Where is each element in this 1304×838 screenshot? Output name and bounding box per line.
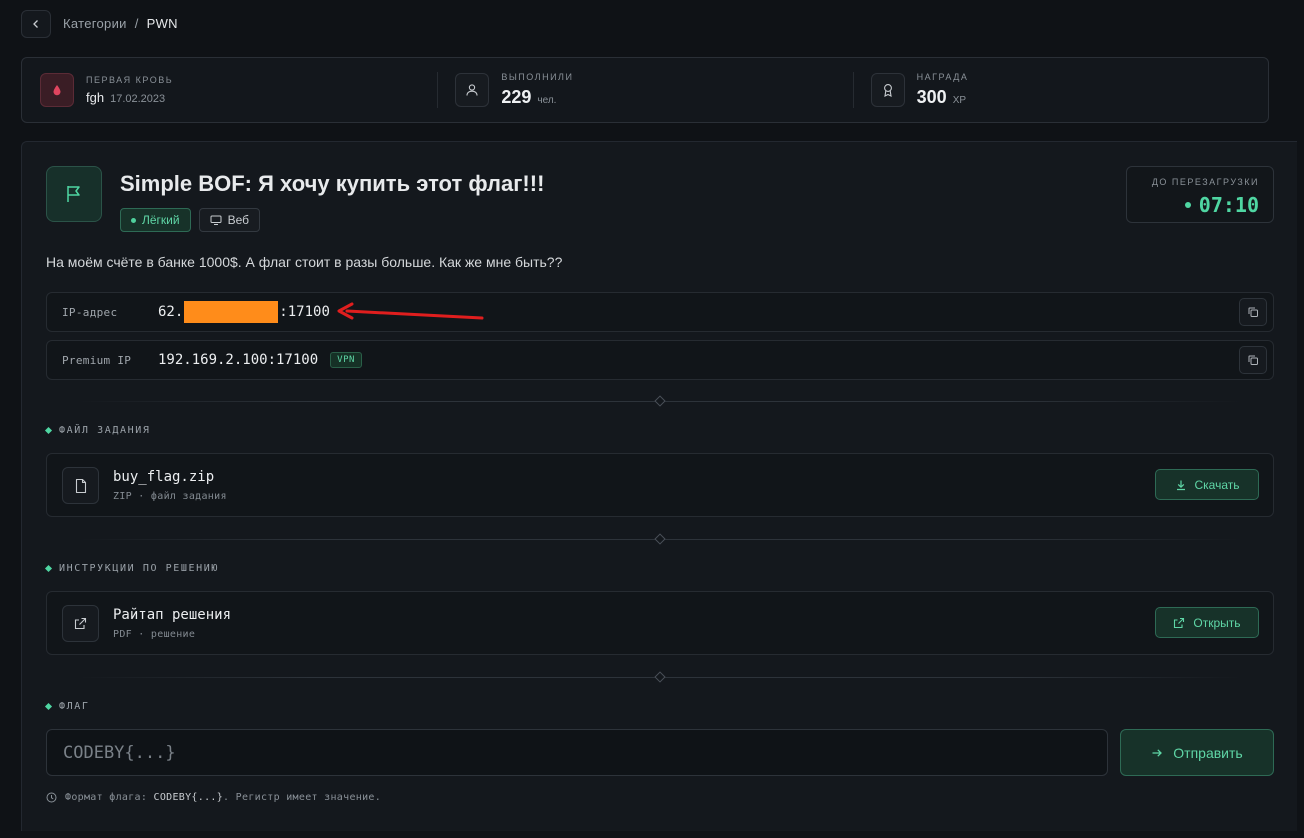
file-name: buy_flag.zip (113, 469, 215, 485)
writeup-name: Райтап решения (113, 607, 232, 623)
task-tags: Лёгкий Веб (120, 208, 261, 232)
difficulty-badge: Лёгкий (120, 208, 191, 232)
download-label: Скачать (1194, 477, 1240, 492)
open-label: Открыть (1193, 615, 1241, 630)
task-title: Simple BOF: Я хочу купить этот флаг!!! (120, 171, 545, 196)
flag-icon (46, 166, 102, 222)
status-dot-icon (131, 217, 136, 223)
writeup-card: Райтап решения PDF · решение Открыть (46, 591, 1274, 655)
premium-ip-value[interactable]: 192.169.2.100:17100 (158, 352, 318, 368)
external-link-icon (1174, 617, 1185, 628)
reset-timer: ДО ПЕРЕЗАГРУЗКИ 07:10 (1126, 166, 1274, 223)
award-icon (870, 73, 905, 107)
stat-label: ПЕРВАЯ КРОВЬ (86, 75, 174, 85)
section-divider (78, 395, 1242, 407)
flag-section-label: ФЛАГ (44, 701, 90, 712)
premium-ip-row: Premium IP 192.169.2.100:17100 VPN (46, 340, 1274, 380)
section-divider (78, 533, 1242, 545)
ip-suffix: :17100 (279, 304, 330, 320)
breadcrumb: Категории / PWN (63, 16, 178, 31)
solved-unit: чел. (537, 95, 557, 106)
difficulty-label: Лёгкий (142, 213, 180, 227)
vpn-badge: VPN (330, 352, 362, 368)
category-label: Веб (227, 213, 250, 227)
file-meta: ZIP · файл задания (113, 491, 227, 502)
user-icon (455, 73, 490, 107)
submit-label: Отправить (1173, 744, 1243, 761)
monitor-icon (210, 215, 222, 225)
category-badge: Веб (198, 208, 261, 232)
stat-solved: ВЫПОЛНИЛИ 229 чел. (437, 58, 852, 122)
reward-value: 300 (916, 87, 947, 107)
task-file-card: buy_flag.zip ZIP · файл задания Скачать (46, 453, 1274, 517)
diamond-icon (654, 533, 666, 545)
diamond-bullet-icon (44, 426, 53, 435)
arrow-right-icon (1152, 748, 1163, 757)
diamond-icon (654, 395, 666, 407)
breadcrumb-parent[interactable]: Категории (63, 16, 127, 31)
diamond-bullet-icon (44, 702, 53, 711)
redaction-mask (184, 301, 279, 323)
chevron-left-icon (33, 20, 38, 28)
annotation-arrow-icon (337, 302, 484, 320)
section-title: ИНСТРУКЦИИ ПО РЕШЕНИЮ (59, 563, 220, 574)
timer-dot-icon (1184, 202, 1191, 208)
file-icon (62, 467, 99, 504)
ip-prefix: 62. (158, 304, 184, 320)
section-title: ФАЙЛ ЗАДАНИЯ (59, 425, 151, 436)
file-section-label: ФАЙЛ ЗАДАНИЯ (44, 425, 151, 436)
flag-format-hint: Формат флага: CODEBY{...}. Регистр имеет… (46, 792, 381, 803)
blood-drop-icon (40, 73, 74, 107)
copy-premium-ip-button[interactable] (1239, 346, 1267, 374)
solved-count: 229 (501, 87, 532, 107)
stat-label: ВЫПОЛНИЛИ (501, 72, 574, 82)
section-title: ФЛАГ (59, 701, 90, 712)
stat-first-blood: ПЕРВАЯ КРОВЬ fgh 17.02.2023 (22, 58, 437, 122)
first-blood-user: fgh (86, 90, 105, 105)
download-button[interactable]: Скачать (1155, 469, 1259, 500)
clock-icon (46, 792, 57, 803)
diamond-icon (654, 671, 666, 683)
breadcrumb-current: PWN (146, 16, 178, 31)
premium-ip-label: Premium IP (62, 353, 132, 367)
ip-address-row: IP-адрес 62. :17100 (46, 292, 1274, 332)
download-icon (1176, 480, 1185, 490)
hint-suffix: . Регистр имеет значение. (223, 792, 382, 803)
writeup-meta: PDF · решение (113, 629, 196, 640)
writeup-section-label: ИНСТРУКЦИИ ПО РЕШЕНИЮ (44, 563, 220, 574)
ip-value[interactable]: 62. :17100 (158, 301, 330, 323)
timer-label: ДО ПЕРЕЗАГРУЗКИ (1151, 177, 1259, 187)
copy-icon (1248, 307, 1258, 317)
task-card: Simple BOF: Я хочу купить этот флаг!!! Л… (21, 141, 1297, 831)
external-link-icon (62, 605, 99, 642)
reward-unit: XP (952, 95, 967, 106)
ip-label: IP-адрес (62, 305, 118, 319)
back-button[interactable] (21, 10, 51, 38)
copy-icon (1248, 355, 1258, 365)
copy-ip-button[interactable] (1239, 298, 1267, 326)
diamond-bullet-icon (44, 564, 53, 573)
section-divider (78, 671, 1242, 683)
breadcrumb-separator: / (134, 16, 139, 31)
first-blood-date: 17.02.2023 (110, 93, 166, 105)
stat-reward: НАГРАДА 300 XP (852, 58, 1268, 122)
hint-prefix: Формат флага: (65, 792, 148, 803)
hint-code: CODEBY{...} (153, 792, 224, 803)
stat-label: НАГРАДА (916, 72, 969, 82)
submit-flag-button[interactable]: Отправить (1120, 729, 1274, 776)
stats-bar: ПЕРВАЯ КРОВЬ fgh 17.02.2023 ВЫПОЛНИЛИ 22… (21, 57, 1269, 123)
flag-input[interactable] (46, 729, 1108, 776)
task-description: На моём счёте в банке 1000$. А флаг стои… (46, 254, 563, 270)
timer-value: 07:10 (1198, 193, 1259, 217)
open-writeup-button[interactable]: Открыть (1155, 607, 1259, 638)
